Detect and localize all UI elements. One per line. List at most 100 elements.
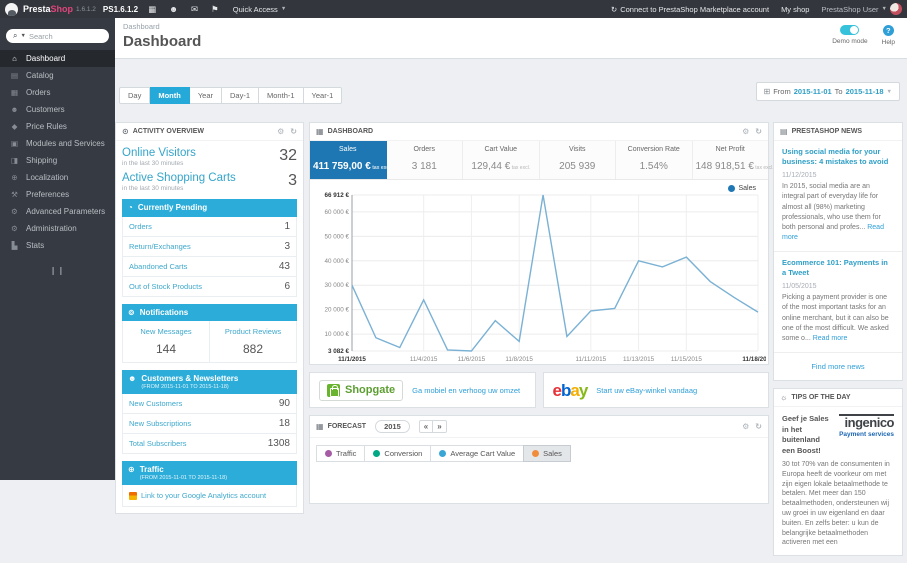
customers-row[interactable]: Total Subscribers 1308 xyxy=(122,434,297,455)
sidebar-item-label: Price Rules xyxy=(26,122,67,131)
sidebar-item-label: Stats xyxy=(26,241,45,250)
range-button-day-1[interactable]: Day-1 xyxy=(222,87,260,104)
pending-label: Orders xyxy=(129,221,152,231)
mail-icon[interactable]: ✉ xyxy=(191,4,198,15)
pending-row[interactable]: Orders 1 xyxy=(122,216,297,237)
date-from-label: From xyxy=(773,87,791,96)
sidebar: ⌕ ▼ ⌂ Dashboard ▤ Catalog ▦ Orders ☻ Customers ◆… xyxy=(0,18,115,480)
refresh-icon[interactable]: ↻ xyxy=(755,422,762,431)
notification-cell-new-messages[interactable]: New Messages 144 xyxy=(123,321,209,362)
read-more-link[interactable]: Read more xyxy=(813,335,848,342)
sidebar-item-advanced-parameters[interactable]: ⚙ Advanced Parameters xyxy=(0,203,115,220)
news-article-title[interactable]: Using social media for your business: 4 … xyxy=(782,147,894,167)
google-analytics-link[interactable]: Link to your Google Analytics account xyxy=(122,485,297,508)
pending-row[interactable]: Abandoned Carts 43 xyxy=(122,256,297,277)
kpi-tab-visits[interactable]: Visits 205 939 xyxy=(539,141,616,179)
pending-row[interactable]: Return/Exchanges 3 xyxy=(122,236,297,257)
sidebar-item-price-rules[interactable]: ◆ Price Rules xyxy=(0,118,115,135)
previous-year-button[interactable]: « xyxy=(418,420,434,433)
customers-row[interactable]: New Subscriptions 18 xyxy=(122,414,297,435)
ebay-logo[interactable]: ebay xyxy=(553,382,589,399)
range-button-month-1[interactable]: Month-1 xyxy=(259,87,304,104)
prestashop-logo[interactable] xyxy=(5,2,18,16)
brand[interactable]: PrestaShop xyxy=(23,4,73,14)
gear-icon[interactable]: ⚙ xyxy=(742,127,749,136)
shopgate-logo[interactable]: Shopgate xyxy=(319,379,404,401)
kpi-tab-sales[interactable]: Sales 411 759,00 € tax excl. xyxy=(310,141,392,179)
range-button-day[interactable]: Day xyxy=(119,87,151,104)
kpi-tab-cart-value[interactable]: Cart Value 129,44 € tax excl. xyxy=(463,141,540,179)
traffic-header: ⊕ Traffic (FROM 2015-11-01 TO 2015-11-18… xyxy=(122,461,297,486)
kpi-label: Sales xyxy=(338,146,357,153)
forecast-legend-traffic[interactable]: Traffic xyxy=(316,445,366,462)
user-menu[interactable]: PrestaShop User ▼ xyxy=(821,3,902,15)
customers-row[interactable]: New Customers 90 xyxy=(122,394,297,415)
date-range-picker[interactable]: ⊞ From 2015-11-01 To 2015-11-18 ▼ xyxy=(755,82,900,101)
dashboard-panel-header: ▦ DASHBOARD ⚙ ↻ xyxy=(310,123,768,141)
dashboard-panel: ▦ DASHBOARD ⚙ ↻ Sales 411 759,00 € tax ex… xyxy=(309,122,774,365)
kpi-tab-orders[interactable]: Orders 3 181 xyxy=(386,141,463,179)
sidebar-search[interactable]: ⌕ ▼ xyxy=(6,29,109,43)
demo-mode-toggle[interactable] xyxy=(840,25,860,35)
sidebar-item-dashboard[interactable]: ⌂ Dashboard xyxy=(0,50,115,67)
customers-label: New Customers xyxy=(129,399,183,409)
cart-icon[interactable]: ▦ xyxy=(148,4,156,15)
collapse-menu-button[interactable]: ❙❙ xyxy=(0,266,115,275)
range-button-month[interactable]: Month xyxy=(150,87,190,104)
marketplace-link[interactable]: ↻ Connect to PrestaShop Marketplace acco… xyxy=(611,5,769,14)
read-more-link[interactable]: Read more xyxy=(782,224,884,241)
page-title: Dashboard xyxy=(123,33,202,50)
kpi-tab-conversion-rate[interactable]: Conversion Rate 1.54% xyxy=(616,141,693,179)
search-input[interactable] xyxy=(28,31,102,41)
refresh-icon[interactable]: ↻ xyxy=(290,127,297,136)
sidebar-item-orders[interactable]: ▦ Orders xyxy=(0,84,115,101)
range-button-year-1[interactable]: Year-1 xyxy=(303,87,343,104)
breadcrumb[interactable]: Dashboard xyxy=(123,22,899,31)
cart-icon: ▦ xyxy=(316,422,324,431)
gear-icon[interactable]: ⚙ xyxy=(742,422,749,431)
ebay-ad-link[interactable]: Start uw eBay-winkel vandaag xyxy=(596,386,697,395)
sidebar-item-catalog[interactable]: ▤ Catalog xyxy=(0,67,115,84)
shopgate-logo-text: Shopgate xyxy=(345,384,396,396)
legend-dot-icon xyxy=(728,185,736,192)
range-button-year[interactable]: Year xyxy=(189,87,222,104)
pin-icon[interactable]: ⚑ xyxy=(211,4,219,15)
sidebar-item-stats[interactable]: ▙ Stats xyxy=(0,237,115,254)
help-icon[interactable]: ? xyxy=(882,25,894,36)
quick-access-dropdown[interactable]: Quick Access ▼ xyxy=(233,5,286,14)
ingenico-logo[interactable]: ingenico Payment services xyxy=(839,414,894,439)
customers-rows: New Customers 90 New Subscriptions 18 Total … xyxy=(122,394,297,455)
sidebar-item-administration[interactable]: ⚙ Administration xyxy=(0,220,115,237)
shopgate-ad-link[interactable]: Ga mobiel en verhoog uw omzet xyxy=(412,386,520,395)
forecast-legend-conversion[interactable]: Conversion xyxy=(364,445,432,462)
chart-legend-sales[interactable]: Sales xyxy=(728,185,756,192)
forecast-legend-average-cart-value[interactable]: Average Cart Value xyxy=(430,445,525,462)
forecast-legend-sales[interactable]: Sales xyxy=(523,445,571,462)
next-year-button[interactable]: » xyxy=(432,420,447,433)
my-shop-link[interactable]: My shop xyxy=(781,5,809,14)
user-icon[interactable]: ☻ xyxy=(169,4,178,15)
sidebar-item-preferences[interactable]: ⚒ Preferences xyxy=(0,186,115,203)
pending-row[interactable]: Out of Stock Products 6 xyxy=(122,276,297,297)
active-carts-label: Active Shopping Carts xyxy=(122,172,236,184)
sidebar-item-modules-and-services[interactable]: ▣ Modules and Services xyxy=(0,135,115,152)
sidebar-item-localization[interactable]: ⊕ Localization xyxy=(0,169,115,186)
kpi-tab-net-profit[interactable]: Net Profit 148 918,51 € tax excl. xyxy=(692,141,774,179)
chart-legend-label: Sales xyxy=(738,185,756,192)
notification-cell-product-reviews[interactable]: Product Reviews 882 xyxy=(209,321,296,363)
brand-shop: Shop xyxy=(50,4,74,14)
currently-pending-title: Currently Pending xyxy=(137,203,208,212)
shopgate-ad: Shopgate Ga mobiel en verhoog uw omzet xyxy=(309,372,536,408)
pending-label: Out of Stock Products xyxy=(129,281,202,291)
gear-icon[interactable]: ⚙ xyxy=(277,127,284,136)
svg-text:60 000 €: 60 000 € xyxy=(324,209,349,216)
news-article-title[interactable]: Ecommerce 101: Payments in a Tweet xyxy=(782,258,894,278)
chevron-down-icon[interactable]: ▼ xyxy=(20,33,25,39)
sidebar-item-customers[interactable]: ☻ Customers xyxy=(0,101,115,118)
cogs-icon: ⚙ xyxy=(11,207,18,216)
find-more-news-link[interactable]: Find more news xyxy=(774,353,902,380)
dashboard-panel-title: DASHBOARD xyxy=(327,128,374,135)
refresh-icon[interactable]: ↻ xyxy=(755,127,762,136)
forecast-legend-label: Conversion xyxy=(384,449,423,458)
sidebar-item-shipping[interactable]: ◨ Shipping xyxy=(0,152,115,169)
